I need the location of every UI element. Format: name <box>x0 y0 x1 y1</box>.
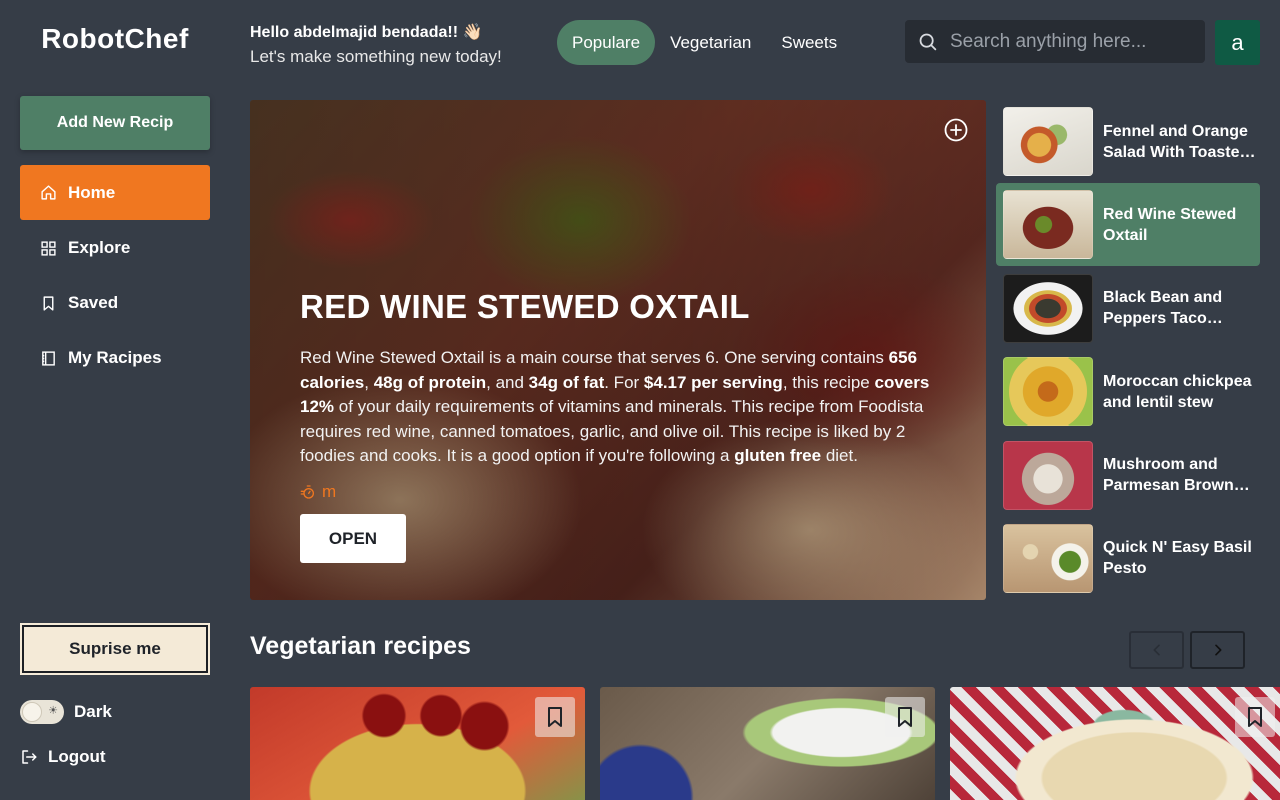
recipe-thumbnail <box>1003 190 1093 260</box>
bookmark-icon <box>548 707 562 727</box>
vegetarian-carousel <box>250 687 1280 800</box>
search-bar <box>905 20 1205 63</box>
greeting-subtitle: Let's make something new today! <box>250 47 502 66</box>
recipe-title: Black Bean and Peppers Taco Filling <box>1103 289 1223 328</box>
list-item[interactable]: Red Wine Stewed Oxtail <box>996 183 1260 267</box>
sidebar-item-explore[interactable]: Explore <box>20 221 210 275</box>
theme-label: Dark <box>74 702 112 721</box>
recipe-card[interactable] <box>950 687 1280 800</box>
logout-icon <box>22 750 37 764</box>
timer-icon <box>300 485 314 499</box>
toggle-knob <box>22 702 42 722</box>
recipe-thumbnail <box>1003 440 1093 510</box>
sidebar-item-label: Saved <box>68 293 119 312</box>
hero-description: Red Wine Stewed Oxtail is a main course … <box>300 348 930 465</box>
recipe-title: Moroccan chickpea and lentil stew <box>1103 372 1252 411</box>
tab-vegetarian[interactable]: Vegetarian <box>655 20 766 65</box>
avatar[interactable]: a <box>1215 20 1260 65</box>
bookmark-button[interactable] <box>535 697 575 737</box>
logout-label: Logout <box>48 747 106 766</box>
open-recipe-button[interactable]: OPEN <box>300 514 406 563</box>
list-item[interactable]: Fennel and Orange Salad With Toasted Pis… <box>996 100 1260 183</box>
search-icon <box>919 33 937 51</box>
tab-populare[interactable]: Populare <box>557 20 656 65</box>
hero-title: RED WINE STEWED OXTAIL <box>300 288 750 325</box>
search-input[interactable] <box>950 30 1190 53</box>
add-new-recipe-button[interactable]: Add New Recip <box>20 96 210 150</box>
bookmark-button[interactable] <box>1235 697 1275 737</box>
surprise-me-button[interactable]: Suprise me <box>20 623 210 675</box>
recipe-title: Fennel and Orange Salad With Toasted Pis… <box>1103 122 1250 161</box>
category-tabs: Populare Vegetarian Sweets <box>557 20 852 65</box>
sidebar-item-saved[interactable]: Saved <box>20 276 210 330</box>
recipe-thumbnail <box>1003 273 1093 343</box>
recipe-card[interactable] <box>600 687 935 800</box>
sidebar-nav: Home Explore Saved My Racipes <box>20 165 210 386</box>
recipe-title: Mushroom and Parmesan Brown Rice <box>1103 456 1234 495</box>
tab-sweets[interactable]: Sweets <box>766 20 852 65</box>
logout-button[interactable]: Logout <box>20 744 106 770</box>
bookmark-icon <box>1248 707 1262 727</box>
chevron-right-icon <box>1214 644 1221 656</box>
carousel-prev-button[interactable] <box>1129 631 1184 669</box>
hero-cook-time: m <box>300 482 936 502</box>
hero-content: RED WINE STEWED OXTAIL Red Wine Stewed O… <box>300 288 936 563</box>
greeting-title: Hello abdelmajid bendada!! 👋🏻 <box>250 24 483 41</box>
grid-icon <box>41 240 56 256</box>
home-icon <box>41 185 56 200</box>
recipe-title: Quick N' Easy Basil Pesto <box>1103 539 1252 578</box>
sidebar-item-label: Explore <box>68 238 131 257</box>
popular-recipe-list: Fennel and Orange Salad With Toasted Pis… <box>996 100 1260 600</box>
bookmark-icon <box>43 295 54 311</box>
recipe-card[interactable] <box>250 687 585 800</box>
chevron-left-icon <box>1153 644 1160 656</box>
list-item[interactable]: Black Bean and Peppers Taco Filling <box>996 267 1260 350</box>
theme-toggle[interactable]: ☀ <box>20 700 64 724</box>
theme-toggle-row: ☀ Dark <box>20 699 112 725</box>
sidebar-item-label: My Racipes <box>68 348 162 367</box>
recipe-title: Red Wine Stewed Oxtail <box>1103 205 1237 244</box>
featured-recipe-hero: RED WINE STEWED OXTAIL Red Wine Stewed O… <box>250 100 986 600</box>
carousel-next-button[interactable] <box>1190 631 1245 669</box>
sidebar-item-label: Home <box>68 182 116 202</box>
bookmark-icon <box>898 707 912 727</box>
greeting: Hello abdelmajid bendada!! 👋🏻 Let's make… <box>250 22 502 67</box>
book-icon <box>42 350 55 366</box>
list-item[interactable]: Mushroom and Parmesan Brown Rice <box>996 434 1260 517</box>
cook-time-value: m <box>322 482 337 501</box>
brand-logo[interactable]: RobotChef <box>0 0 230 78</box>
list-item[interactable]: Moroccan chickpea and lentil stew <box>996 350 1260 433</box>
list-item[interactable]: Quick N' Easy Basil Pesto <box>996 517 1260 600</box>
sun-icon: ☀ <box>48 705 58 717</box>
add-circle-icon[interactable] <box>944 118 968 142</box>
recipe-thumbnail <box>1003 107 1093 176</box>
section-title: Vegetarian recipes <box>250 632 471 660</box>
sidebar-item-home[interactable]: Home <box>20 165 210 220</box>
sidebar-item-my-recipes[interactable]: My Racipes <box>20 331 210 385</box>
recipe-thumbnail <box>1003 523 1093 593</box>
bookmark-button[interactable] <box>885 697 925 737</box>
recipe-thumbnail <box>1003 357 1093 427</box>
